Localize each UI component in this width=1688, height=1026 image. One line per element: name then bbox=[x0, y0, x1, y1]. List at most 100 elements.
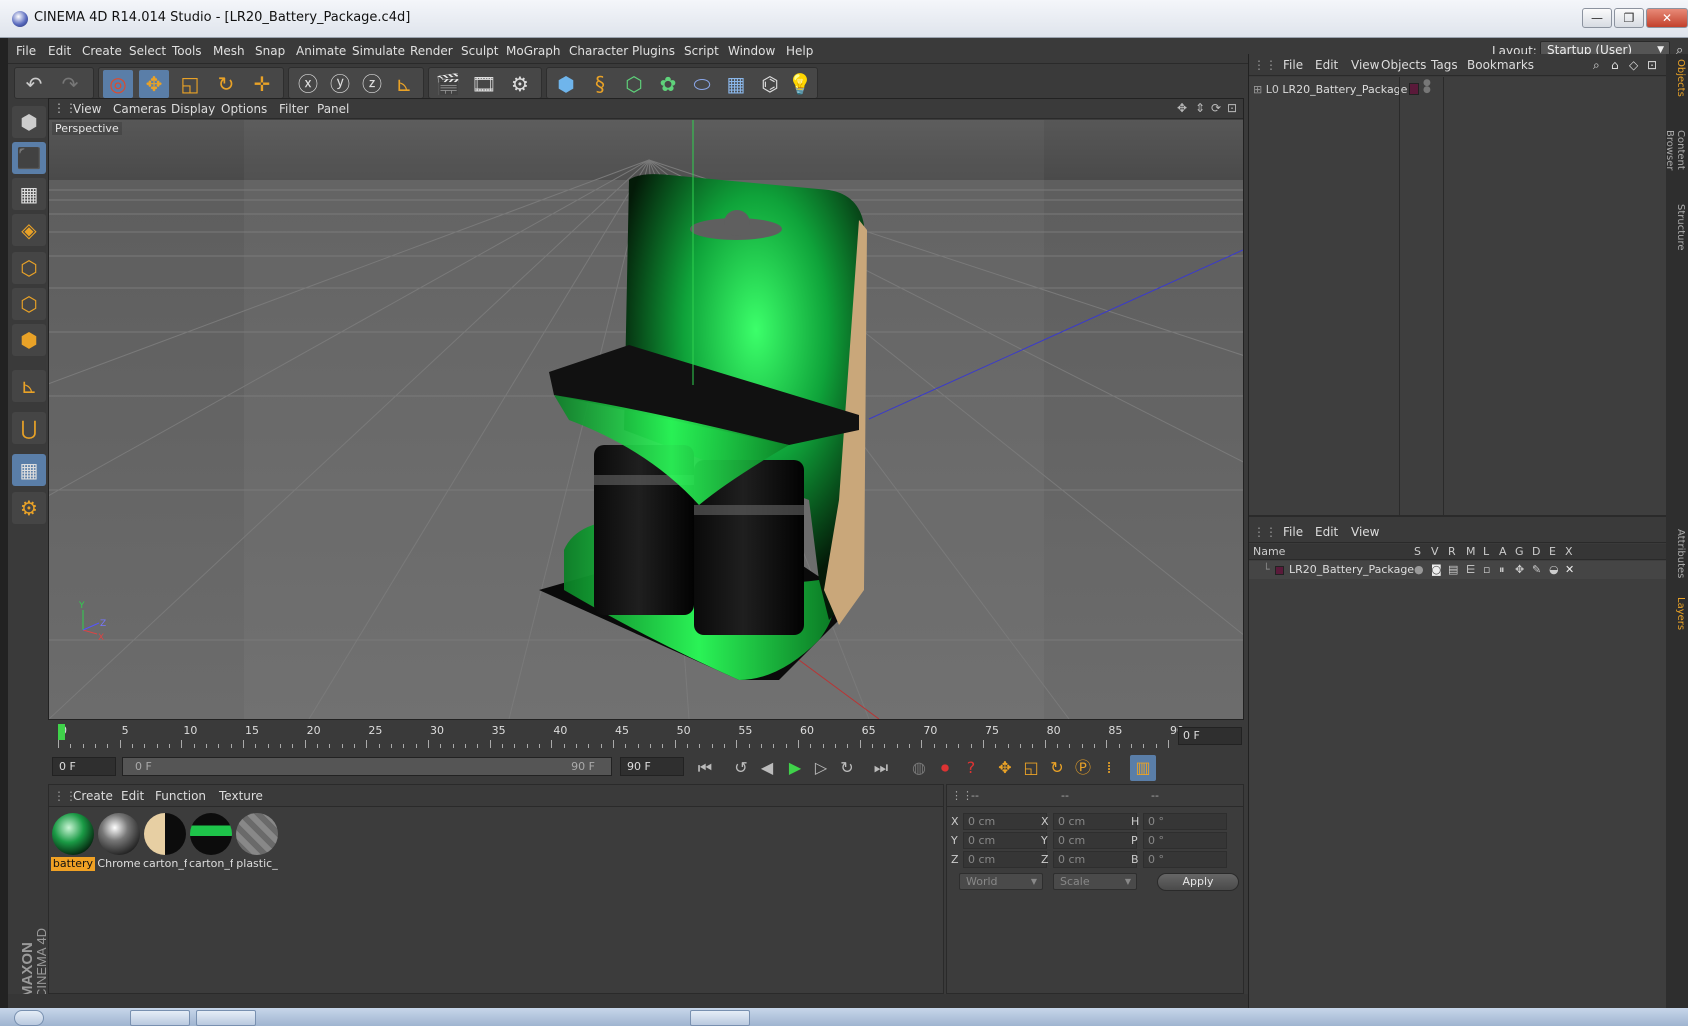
coordinate-system-icon[interactable]: ⊾ bbox=[389, 70, 419, 98]
visibility-dots-icon[interactable]: ● ● bbox=[1423, 79, 1431, 95]
tab-structure[interactable]: Structure bbox=[1668, 202, 1686, 252]
redo-icon[interactable]: ↷ bbox=[55, 70, 85, 98]
layer-column-header[interactable]: G bbox=[1515, 545, 1524, 558]
taskbar-app-3[interactable] bbox=[690, 1010, 750, 1026]
material-menu-create[interactable]: Create bbox=[73, 789, 113, 803]
apply-button[interactable]: Apply bbox=[1157, 873, 1239, 891]
layer-name[interactable]: LR20_Battery_Package bbox=[1289, 561, 1414, 579]
menu-script[interactable]: Script bbox=[684, 44, 719, 58]
menu-render[interactable]: Render bbox=[410, 44, 453, 58]
timeline-window-icon[interactable]: ▥ bbox=[1130, 755, 1156, 781]
render-picture-viewer-icon[interactable]: 🎞 bbox=[469, 70, 499, 98]
menu-mesh[interactable]: Mesh bbox=[213, 44, 245, 58]
z-axis-lock-icon[interactable]: ⓩ bbox=[357, 70, 387, 98]
pan-view-icon[interactable]: ✥ bbox=[1177, 101, 1187, 115]
timeline-ruler[interactable]: 051015202530354045505560657075808590 0 F bbox=[48, 722, 1244, 752]
taskbar-app-1[interactable] bbox=[130, 1010, 190, 1026]
minimize-button[interactable]: — bbox=[1582, 8, 1612, 28]
viewport-menu-display[interactable]: Display bbox=[171, 102, 215, 116]
viewport-menu-panel[interactable]: Panel bbox=[317, 102, 349, 116]
generators-icon[interactable]: ✥ bbox=[1515, 561, 1524, 579]
menu-character[interactable]: Character bbox=[569, 44, 628, 58]
go-to-end-icon[interactable]: ⏭ bbox=[868, 755, 894, 781]
material-menu-edit[interactable]: Edit bbox=[121, 789, 144, 803]
expressions-icon[interactable]: ◒ bbox=[1549, 561, 1559, 579]
add-transform-icon[interactable]: ✛ bbox=[247, 70, 277, 98]
material-carton-1[interactable]: carton_f bbox=[143, 813, 187, 871]
cloner-icon[interactable]: ✿ bbox=[653, 70, 683, 98]
next-frame-icon[interactable]: ▷ bbox=[808, 755, 834, 781]
layers-menu-view[interactable]: View bbox=[1351, 525, 1379, 539]
viewport-menu-view[interactable]: View bbox=[73, 102, 101, 116]
object-row[interactable]: ⊞ L0 LR20_Battery_Package bbox=[1253, 81, 1407, 99]
xrefs-icon[interactable]: ✕ bbox=[1565, 561, 1574, 579]
restore-button[interactable]: ❐ bbox=[1614, 8, 1644, 28]
new-window-icon[interactable]: ⊡ bbox=[1647, 58, 1657, 72]
move-icon[interactable]: ✥ bbox=[139, 70, 169, 98]
tab-objects[interactable]: Objects bbox=[1668, 58, 1686, 98]
subdivision-surface-icon[interactable]: ⬡ bbox=[619, 70, 649, 98]
coordinate-field[interactable]: 0 cm bbox=[1053, 832, 1137, 849]
dolly-view-icon[interactable]: ⇕ bbox=[1195, 101, 1205, 115]
deformer-icon[interactable]: ⬭ bbox=[687, 70, 717, 98]
menu-sculpt[interactable]: Sculpt bbox=[461, 44, 498, 58]
menu-create[interactable]: Create bbox=[82, 44, 122, 58]
viewport-menu-filter[interactable]: Filter bbox=[279, 102, 309, 116]
objects-menu-objects[interactable]: Objects bbox=[1381, 58, 1426, 72]
motion-record-icon[interactable]: ◍ bbox=[906, 755, 932, 781]
texture-mode-icon[interactable]: ▦ bbox=[12, 178, 46, 210]
key-parameter-icon[interactable]: Ⓟ bbox=[1070, 755, 1096, 781]
menu-snap[interactable]: Snap bbox=[255, 44, 285, 58]
key-position-icon[interactable]: ✥ bbox=[992, 755, 1018, 781]
model-mode-icon[interactable]: ⬛ bbox=[12, 142, 46, 174]
menu-simulate[interactable]: Simulate bbox=[352, 44, 405, 58]
points-mode-icon[interactable]: ⬡ bbox=[12, 252, 46, 284]
layer-column-header[interactable]: L bbox=[1483, 545, 1489, 558]
objects-menu-file[interactable]: File bbox=[1283, 58, 1303, 72]
menu-window[interactable]: Window bbox=[728, 44, 775, 58]
coordinate-field[interactable]: 0 cm bbox=[963, 851, 1047, 868]
edges-mode-icon[interactable]: ⬡ bbox=[12, 288, 46, 320]
objects-menu-tags[interactable]: Tags bbox=[1431, 58, 1458, 72]
end-frame-field[interactable]: 90 F bbox=[620, 757, 684, 776]
tab-attributes[interactable]: Attributes bbox=[1668, 524, 1686, 584]
layer-column-header[interactable]: Name bbox=[1253, 545, 1285, 558]
manager-visible-icon[interactable]: ⋿ bbox=[1466, 561, 1476, 579]
spline-icon[interactable]: § bbox=[585, 70, 615, 98]
workplane-mode-icon[interactable]: ◈ bbox=[12, 214, 46, 246]
coordinate-field[interactable]: 0 cm bbox=[963, 832, 1047, 849]
rotate-view-icon[interactable]: ⟳ bbox=[1211, 101, 1221, 115]
layers-menu-file[interactable]: File bbox=[1283, 525, 1303, 539]
menu-animate[interactable]: Animate bbox=[296, 44, 346, 58]
coordinate-system-select[interactable]: World ▼ bbox=[959, 873, 1043, 890]
menu-plugins[interactable]: Plugins bbox=[632, 44, 675, 58]
workplane-lock-icon[interactable]: ▦ bbox=[12, 454, 46, 486]
scale-mode-select[interactable]: Scale ▼ bbox=[1053, 873, 1137, 890]
menu-mograph[interactable]: MoGraph bbox=[506, 44, 561, 58]
go-to-start-icon[interactable]: ⏮ bbox=[692, 755, 718, 781]
expand-icon[interactable]: ⊞ bbox=[1253, 83, 1262, 96]
scale-icon[interactable]: ◱ bbox=[175, 70, 205, 98]
objects-menu-edit[interactable]: Edit bbox=[1315, 58, 1338, 72]
layer-column-header[interactable]: V bbox=[1431, 545, 1439, 558]
rotate-icon[interactable]: ↻ bbox=[211, 70, 241, 98]
axis-mode-icon[interactable]: ⊾ bbox=[12, 370, 46, 402]
soft-selection-icon[interactable]: ⚙ bbox=[12, 492, 46, 524]
record-keyframe-icon[interactable]: ⏺ bbox=[932, 755, 958, 781]
key-point-level-icon[interactable]: ⁞ bbox=[1096, 755, 1122, 781]
live-selection-icon[interactable]: ◎ bbox=[103, 70, 133, 98]
menu-select[interactable]: Select bbox=[129, 44, 166, 58]
coordinate-field[interactable]: 0 ° bbox=[1143, 832, 1227, 849]
layer-column-header[interactable]: S bbox=[1414, 545, 1421, 558]
viewport-canvas[interactable]: Y X Z Perspective bbox=[49, 120, 1243, 719]
layer-column-header[interactable]: A bbox=[1499, 545, 1507, 558]
menu-file[interactable]: File bbox=[16, 44, 36, 58]
material-menu-texture[interactable]: Texture bbox=[219, 789, 263, 803]
key-scale-icon[interactable]: ◱ bbox=[1018, 755, 1044, 781]
solo-icon[interactable]: ● bbox=[1414, 561, 1424, 579]
cube-primitive-icon[interactable]: ⬢ bbox=[551, 70, 581, 98]
previous-frame-icon[interactable]: ◀ bbox=[754, 755, 780, 781]
coordinate-field[interactable]: 0 cm bbox=[1053, 813, 1137, 830]
viewport-menu-options[interactable]: Options bbox=[221, 102, 267, 116]
snap-magnet-icon[interactable]: ⋃ bbox=[12, 412, 46, 444]
